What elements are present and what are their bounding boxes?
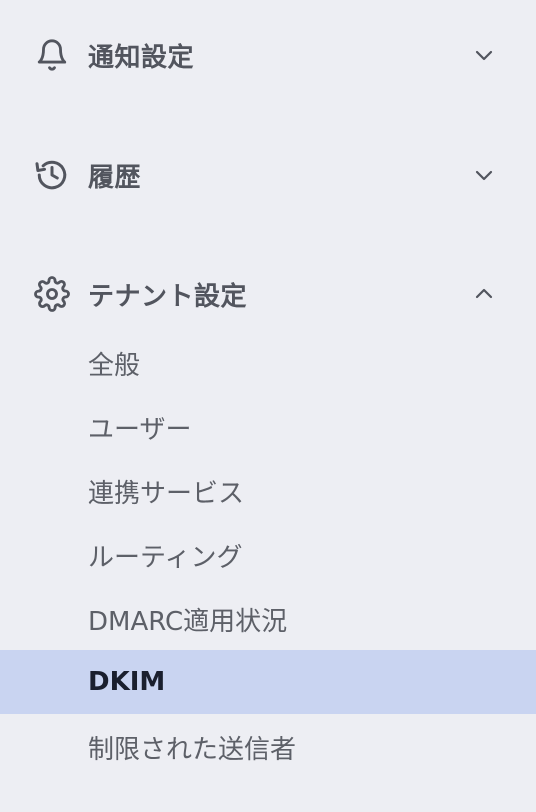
sidebar-item-label: DMARC適用状況 [88, 606, 288, 637]
sidebar-item-label: 連携サービス [88, 478, 245, 509]
bell-icon [34, 37, 70, 73]
sidebar-item-label: ユーザー [88, 414, 192, 445]
sidebar-section-history[interactable]: 履歴 [0, 145, 536, 205]
sidebar-item-general[interactable]: 全般 [0, 331, 536, 395]
chevron-down-icon[interactable] [468, 39, 500, 71]
history-icon [34, 157, 70, 193]
sidebar-section-notification-settings[interactable]: 通知設定 [0, 25, 536, 85]
section-label-notification-settings: 通知設定 [88, 42, 195, 73]
chevron-down-icon[interactable] [468, 159, 500, 191]
gear-icon [34, 276, 70, 312]
sidebar-item-users[interactable]: ユーザー [0, 395, 536, 459]
sidebar-item-dmarc-status[interactable]: DMARC適用状況 [0, 587, 536, 651]
sidebar-item-dkim[interactable]: DKIM [0, 650, 536, 714]
sidebar-item-label: DKIM [88, 667, 166, 697]
section-label-history: 履歴 [88, 162, 142, 193]
sidebar-item-restricted-senders[interactable]: 制限された送信者 [0, 715, 536, 779]
section-label-tenant-settings: テナント設定 [88, 281, 248, 312]
sidebar-item-label: ルーティング [88, 542, 243, 573]
sidebar-item-label: 制限された送信者 [88, 734, 297, 765]
sidebar-item-label: 全般 [88, 350, 141, 381]
chevron-up-icon[interactable] [468, 278, 500, 310]
sidebar-section-tenant-settings[interactable]: テナント設定 [0, 264, 536, 324]
sidebar-item-integrations[interactable]: 連携サービス [0, 459, 536, 523]
sidebar-item-routing[interactable]: ルーティング [0, 523, 536, 587]
